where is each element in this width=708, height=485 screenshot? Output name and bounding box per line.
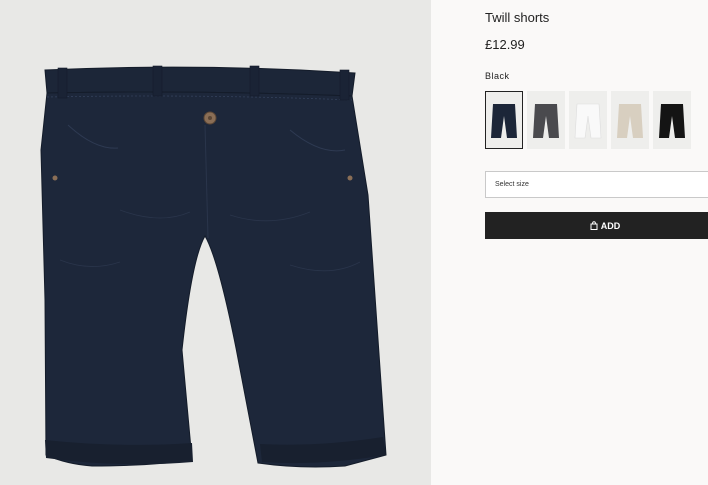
swatch-beige[interactable] xyxy=(611,91,649,149)
product-info-panel: Twill shorts £12.99 Black Select size AD… xyxy=(431,0,708,485)
add-to-bag-button[interactable]: ADD xyxy=(485,212,708,239)
selected-color-label: Black xyxy=(485,71,510,81)
swatch-black[interactable] xyxy=(653,91,691,149)
size-select[interactable]: Select size xyxy=(485,171,708,198)
shorts-thumbnail-icon xyxy=(491,104,517,138)
shorts-thumbnail-icon xyxy=(617,104,643,138)
bag-icon xyxy=(590,221,598,230)
shorts-thumbnail-icon xyxy=(574,103,602,139)
swatch-navy[interactable] xyxy=(485,91,523,149)
swatch-grey[interactable] xyxy=(527,91,565,149)
shorts-thumbnail-icon xyxy=(659,104,685,138)
product-image[interactable] xyxy=(0,0,431,485)
product-price: £12.99 xyxy=(485,37,525,52)
add-button-label: ADD xyxy=(600,220,621,231)
product-title: Twill shorts xyxy=(485,10,550,25)
shorts-illustration xyxy=(40,65,387,468)
shorts-thumbnail-icon xyxy=(533,104,559,138)
swatch-white[interactable] xyxy=(569,91,607,149)
color-swatches xyxy=(485,91,691,149)
